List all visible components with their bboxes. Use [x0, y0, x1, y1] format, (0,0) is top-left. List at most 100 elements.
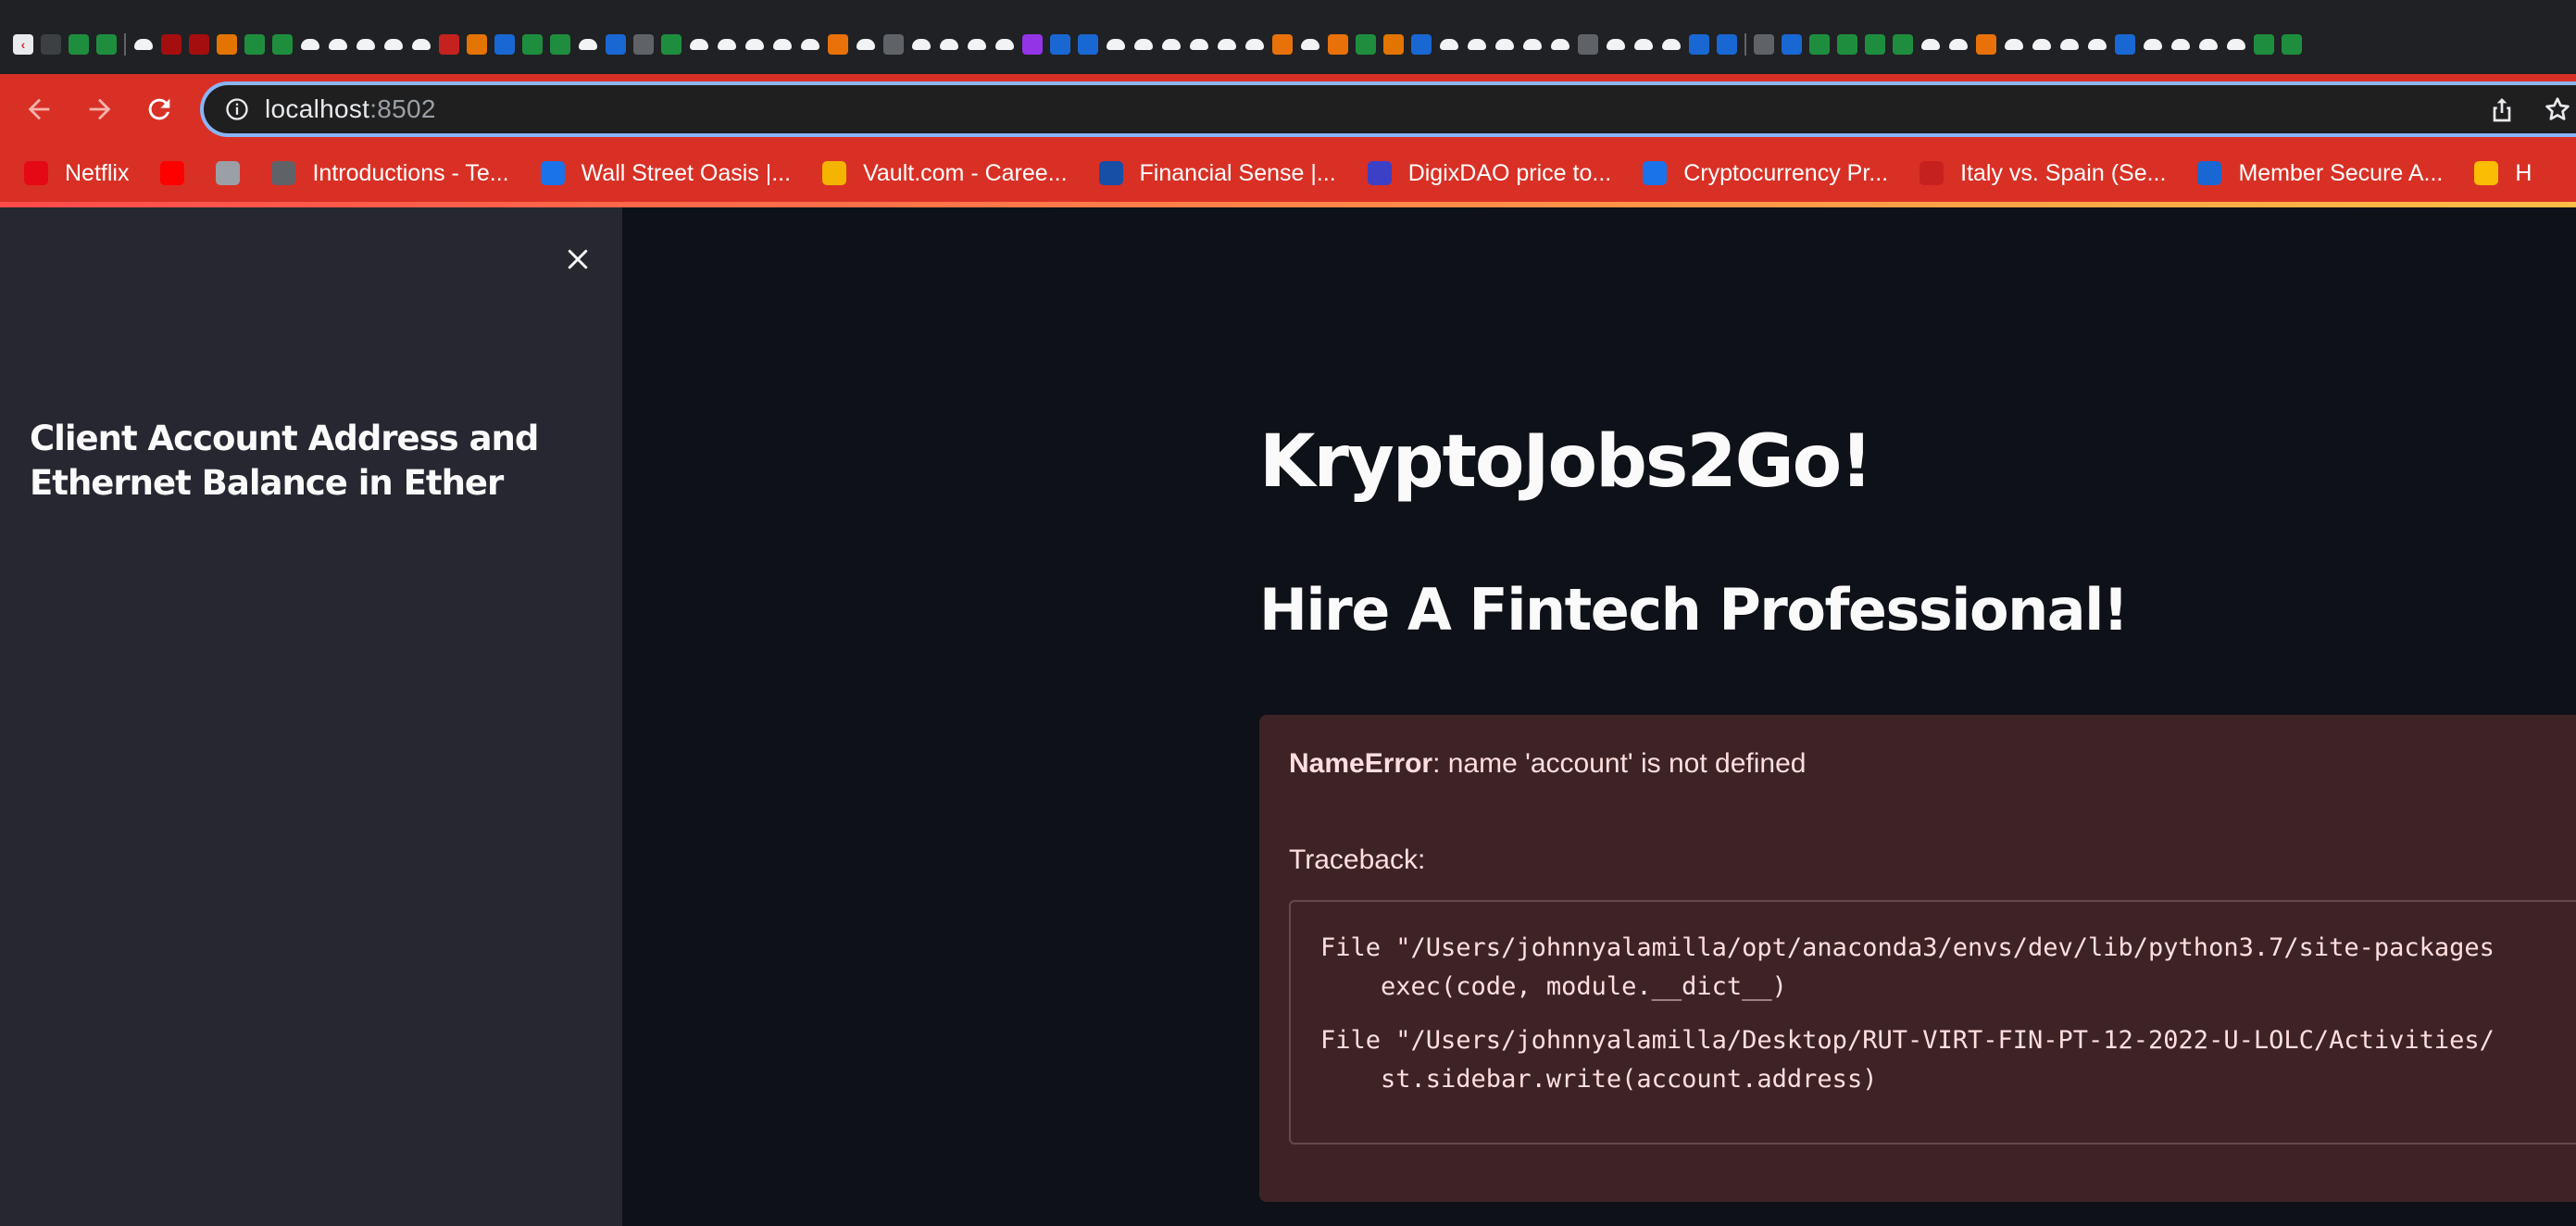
pinned-tab-favicon-icon[interactable]	[1189, 34, 1209, 55]
pinned-tab-favicon-icon[interactable]	[661, 34, 682, 55]
pinned-tab-favicon-icon[interactable]	[1522, 34, 1543, 55]
pinned-tab-favicon-icon[interactable]	[856, 34, 876, 55]
pinned-tab-favicon-icon[interactable]	[189, 34, 209, 55]
pinned-tab-favicon-icon[interactable]	[1133, 34, 1154, 55]
pinned-tab-favicon-icon[interactable]	[606, 34, 626, 55]
pinned-tab-favicon-icon[interactable]	[467, 34, 487, 55]
bookmark-item[interactable]: Vault.com - Caree...	[822, 160, 1068, 187]
pinned-tab-favicon-icon[interactable]	[939, 34, 959, 55]
pinned-tab-favicon-icon[interactable]	[1633, 34, 1654, 55]
pinned-tab-favicon-icon[interactable]	[1661, 34, 1682, 55]
bookmark-item[interactable]: H	[2474, 160, 2532, 187]
pinned-tab-favicon-icon[interactable]	[2143, 34, 2163, 55]
pinned-tab-favicon-icon[interactable]	[1217, 34, 1237, 55]
pinned-tab-favicon-icon[interactable]	[689, 34, 709, 55]
pinned-tab-favicon-icon[interactable]	[1383, 34, 1404, 55]
pinned-tab-favicon-icon[interactable]	[1356, 34, 1376, 55]
info-icon[interactable]	[224, 96, 250, 122]
pinned-tab-favicon-icon[interactable]	[41, 34, 61, 55]
pinned-tab-favicon-icon[interactable]	[133, 34, 154, 55]
pinned-tab-favicon-icon[interactable]	[494, 34, 515, 55]
bookmark-item[interactable]: Cryptocurrency Pr...	[1643, 160, 1888, 187]
pinned-tab-favicon-icon[interactable]	[883, 34, 904, 55]
bookmark-item[interactable]: DigixDAO price to...	[1367, 160, 1611, 187]
close-sidebar-button[interactable]	[550, 231, 606, 287]
pinned-tab-favicon-icon[interactable]	[1050, 34, 1070, 55]
pinned-tab-favicon-icon[interactable]	[161, 34, 181, 55]
reload-button[interactable]	[139, 89, 180, 130]
pinned-tab-favicon-icon[interactable]	[633, 34, 654, 55]
bookmark-item[interactable]: Member Secure A...	[2197, 160, 2443, 187]
pinned-tab-favicon-icon[interactable]	[2170, 34, 2191, 55]
pinned-tab-favicon-icon[interactable]	[1782, 34, 1802, 55]
pinned-tab-favicon-icon[interactable]	[1467, 34, 1487, 55]
pinned-tab-favicon-icon[interactable]	[2115, 34, 2135, 55]
pinned-tab-favicon-icon[interactable]	[1948, 34, 1969, 55]
pinned-tab-favicon-icon[interactable]	[1754, 34, 1774, 55]
pinned-tab-favicon-icon[interactable]	[356, 34, 376, 55]
pinned-tab-favicon-icon[interactable]	[1865, 34, 1885, 55]
pinned-tab-favicon-icon[interactable]	[1920, 34, 1941, 55]
pinned-tab-favicon-icon[interactable]	[578, 34, 598, 55]
pinned-tab-favicon-icon[interactable]	[1161, 34, 1182, 55]
pinned-tab-favicon-icon[interactable]	[69, 34, 89, 55]
pinned-tab-favicon-icon[interactable]	[1272, 34, 1293, 55]
pinned-tab-favicon-icon[interactable]	[1439, 34, 1459, 55]
pinned-tab-favicon-icon[interactable]	[2004, 34, 2024, 55]
pinned-tab-favicon-icon[interactable]	[1411, 34, 1432, 55]
pinned-tab-favicon-icon[interactable]	[1578, 34, 1598, 55]
pinned-tab-favicon-icon[interactable]	[1328, 34, 1348, 55]
pinned-tab-favicon-icon[interactable]	[1606, 34, 1626, 55]
pinned-tab-favicon-icon[interactable]	[744, 34, 765, 55]
bookmark-star-icon[interactable]	[2543, 94, 2572, 124]
pinned-tab-favicon-icon[interactable]	[2032, 34, 2052, 55]
pinned-tab-favicon-icon[interactable]	[2087, 34, 2107, 55]
pinned-tab-favicon-icon[interactable]	[1550, 34, 1570, 55]
pinned-tab-favicon-icon[interactable]	[911, 34, 932, 55]
pinned-tab-favicon-icon[interactable]	[1494, 34, 1515, 55]
forward-button[interactable]	[80, 89, 120, 130]
pinned-tab-favicon-icon[interactable]	[717, 34, 737, 55]
pinned-tab-favicon-icon[interactable]	[272, 34, 293, 55]
pinned-tab-favicon-icon[interactable]	[2254, 34, 2274, 55]
pinned-tab-favicon-icon[interactable]	[994, 34, 1015, 55]
pinned-tab-favicon-icon[interactable]	[1893, 34, 1913, 55]
pinned-tab-favicon-icon[interactable]	[1244, 34, 1265, 55]
bookmark-item[interactable]: Netflix	[24, 160, 129, 187]
pinned-tab-favicon-icon[interactable]	[1976, 34, 1996, 55]
pinned-tab-favicon-icon[interactable]	[328, 34, 348, 55]
pinned-tab-favicon-icon[interactable]	[300, 34, 320, 55]
pinned-tab-favicon-icon[interactable]	[411, 34, 431, 55]
bookmark-item[interactable]	[160, 161, 185, 185]
pinned-tab-favicon-icon[interactable]	[1837, 34, 1857, 55]
pinned-tab-favicon-icon[interactable]	[1022, 34, 1043, 55]
pinned-tab-favicon-icon[interactable]	[96, 34, 117, 55]
pinned-tab-favicon-icon[interactable]	[800, 34, 820, 55]
pinned-tab-favicon-icon[interactable]	[2198, 34, 2219, 55]
address-bar[interactable]: localhost:8502	[200, 81, 2576, 137]
pinned-tab-favicon-icon[interactable]	[244, 34, 265, 55]
pinned-tab-favicon-icon[interactable]	[828, 34, 848, 55]
bookmark-item[interactable]: Italy vs. Spain (Se...	[1919, 160, 2166, 187]
back-button[interactable]	[19, 89, 59, 130]
pinned-tab-favicon-icon[interactable]	[550, 34, 570, 55]
pinned-tab-favicon-icon[interactable]	[1717, 34, 1737, 55]
pinned-tab-favicon-icon[interactable]	[1300, 34, 1320, 55]
pinned-tab-favicon-icon[interactable]	[2059, 34, 2080, 55]
pinned-tab-favicon-icon[interactable]	[772, 34, 793, 55]
bookmark-item[interactable]: Introductions - Te...	[271, 160, 509, 187]
pinned-tab-favicon-icon[interactable]	[1078, 34, 1098, 55]
bookmark-item[interactable]	[216, 161, 241, 185]
share-icon[interactable]	[2487, 94, 2517, 124]
pinned-tab-favicon-icon[interactable]	[1106, 34, 1126, 55]
pinned-tab-favicon-icon[interactable]	[383, 34, 404, 55]
pinned-tab-favicon-icon[interactable]	[2226, 34, 2246, 55]
bookmark-item[interactable]: Wall Street Oasis |...	[540, 160, 791, 187]
pinned-tab-favicon-icon[interactable]	[2282, 34, 2302, 55]
bookmark-item[interactable]: Financial Sense |...	[1098, 160, 1336, 187]
pinned-tab-favicon-icon[interactable]	[439, 34, 459, 55]
pinned-tab-favicon-icon[interactable]	[217, 34, 237, 55]
pinned-tab-favicon-icon[interactable]	[522, 34, 543, 55]
pinned-tab-favicon-icon[interactable]	[1809, 34, 1830, 55]
pinned-tab-favicon-icon[interactable]	[1689, 34, 1709, 55]
